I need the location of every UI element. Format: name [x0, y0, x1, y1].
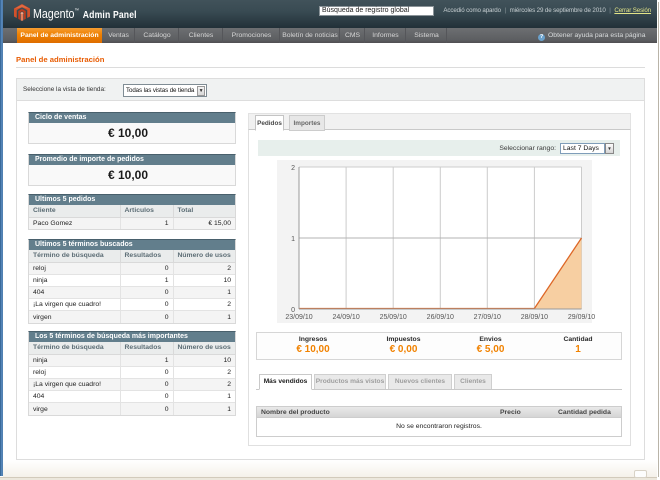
svg-text:24/09/10: 24/09/10 [332, 314, 359, 321]
svg-text:25/09/10: 25/09/10 [380, 314, 407, 321]
svg-text:2: 2 [291, 165, 295, 172]
svg-text:23/09/10: 23/09/10 [285, 314, 312, 321]
svg-text:27/09/10: 27/09/10 [474, 314, 501, 321]
svg-text:26/09/10: 26/09/10 [427, 314, 454, 321]
svg-text:0: 0 [291, 307, 295, 314]
svg-text:1: 1 [291, 236, 295, 243]
svg-text:28/09/10: 28/09/10 [521, 314, 548, 321]
svg-text:29/09/10: 29/09/10 [568, 314, 595, 321]
